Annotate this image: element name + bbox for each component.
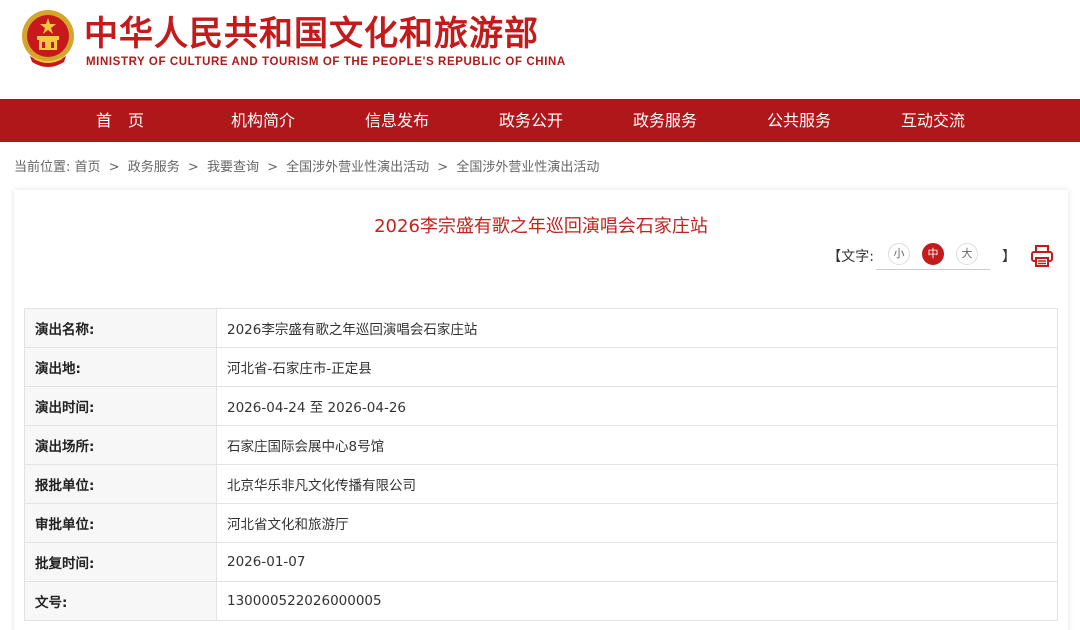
row-value: 河北省-石家庄市-正定县 — [216, 347, 1058, 387]
row-label: 批复时间: — [24, 542, 217, 582]
font-size-control: 【文字: 小 中 大 】 — [825, 240, 1054, 272]
font-size-medium-button[interactable]: 中 — [922, 242, 944, 265]
nav-item-gov-service[interactable]: 政务服务 — [633, 99, 697, 142]
row-value: 2026-04-24 至 2026-04-26 — [216, 386, 1058, 426]
breadcrumb-separator: > — [187, 160, 199, 175]
row-value: 130000522026000005 — [216, 581, 1058, 621]
row-label: 演出名称: — [24, 308, 217, 348]
nav-item-news[interactable]: 信息发布 — [365, 99, 429, 142]
nav-item-gov-info[interactable]: 政务公开 — [499, 99, 563, 142]
breadcrumb-item-gov-service[interactable]: 政务服务 — [128, 160, 180, 175]
site-title-en: MINISTRY OF CULTURE AND TOURISM OF THE P… — [86, 56, 566, 68]
performance-details-table: 演出名称: 2026李宗盛有歌之年巡回演唱会石家庄站 演出地: 河北省-石家庄市… — [24, 308, 1058, 621]
font-size-label: 【文字: — [827, 249, 874, 265]
font-size-small-button[interactable]: 小 — [888, 242, 910, 265]
breadcrumb-separator: > — [437, 160, 449, 175]
national-emblem-logo[interactable] — [20, 8, 76, 70]
row-value: 石家庄国际会展中心8号馆 — [216, 425, 1058, 465]
row-label: 演出地: — [24, 347, 217, 387]
nav-item-interaction[interactable]: 互动交流 — [901, 99, 965, 142]
nav-item-home[interactable]: 首 页 — [96, 99, 144, 142]
nav-item-public-service[interactable]: 公共服务 — [767, 99, 831, 142]
row-label: 演出时间: — [24, 386, 217, 426]
row-value: 北京华乐非凡文化传播有限公司 — [216, 464, 1058, 504]
row-label: 文号: — [24, 581, 217, 621]
table-row: 演出名称: 2026李宗盛有歌之年巡回演唱会石家庄站 — [24, 308, 1058, 348]
site-title-cn: 中华人民共和国文化和旅游部 — [84, 14, 539, 54]
row-label: 演出场所: — [24, 425, 217, 465]
table-row: 报批单位: 北京华乐非凡文化传播有限公司 — [24, 464, 1058, 504]
breadcrumb-separator: > — [108, 160, 120, 175]
breadcrumb-separator: > — [267, 160, 278, 175]
breadcrumb-item-query[interactable]: 我要查询 — [207, 160, 259, 175]
breadcrumb-item-home[interactable]: 首页 — [75, 160, 101, 175]
print-icon[interactable] — [1030, 244, 1054, 268]
font-size-close-bracket: 】 — [1002, 249, 1016, 265]
table-row: 批复时间: 2026-01-07 — [24, 542, 1058, 582]
row-label: 报批单位: — [24, 464, 217, 504]
table-row: 演出时间: 2026-04-24 至 2026-04-26 — [24, 386, 1058, 426]
main-nav: 首 页 机构简介 信息发布 政务公开 政务服务 公共服务 互动交流 — [0, 99, 1080, 142]
table-row: 审批单位: 河北省文化和旅游厅 — [24, 503, 1058, 543]
breadcrumb: 当前位置: 首页 > 政务服务 > 我要查询 > 全国涉外营业性演出活动 > 全… — [14, 156, 599, 175]
site-header: 中华人民共和国文化和旅游部 MINISTRY OF CULTURE AND TO… — [0, 0, 1080, 99]
row-value: 2026李宗盛有歌之年巡回演唱会石家庄站 — [216, 308, 1058, 348]
breadcrumb-item-foreign-shows[interactable]: 全国涉外营业性演出活动 — [286, 160, 429, 175]
content-card: 2026李宗盛有歌之年巡回演唱会石家庄站 【文字: 小 中 大 】 演出名称: … — [14, 190, 1068, 630]
row-label: 审批单位: — [24, 503, 217, 543]
row-value: 河北省文化和旅游厅 — [216, 503, 1058, 543]
page-title: 2026李宗盛有歌之年巡回演唱会石家庄站 — [374, 216, 708, 237]
font-size-large-button[interactable]: 大 — [956, 242, 978, 265]
row-value: 2026-01-07 — [216, 542, 1058, 582]
breadcrumb-item-foreign-shows-current[interactable]: 全国涉外营业性演出活动 — [456, 160, 599, 175]
table-row: 演出场所: 石家庄国际会展中心8号馆 — [24, 425, 1058, 465]
table-row: 演出地: 河北省-石家庄市-正定县 — [24, 347, 1058, 387]
table-row: 文号: 130000522026000005 — [24, 581, 1058, 621]
breadcrumb-prefix: 当前位置: — [14, 160, 71, 175]
nav-item-about[interactable]: 机构简介 — [231, 99, 295, 142]
font-size-options: 小 中 大 — [876, 242, 990, 270]
